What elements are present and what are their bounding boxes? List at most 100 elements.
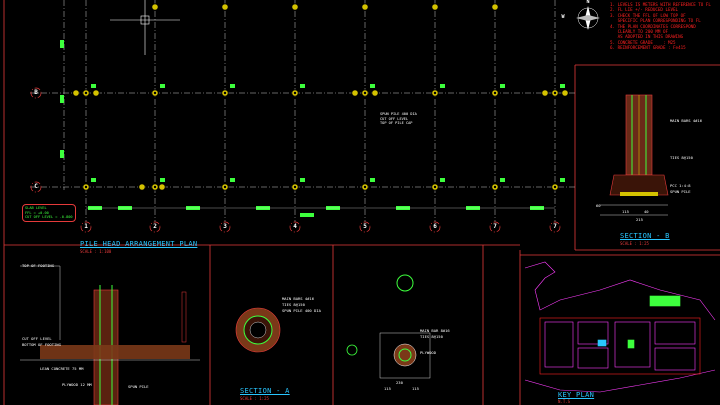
notes-block: 1. LEVELS IS METERS WITH REFERENCE TO FL… — [610, 2, 711, 51]
section-b-tag: SPUN PILE — [670, 189, 691, 194]
compass-west: W — [561, 14, 565, 20]
pile-cap — [551, 178, 565, 191]
section-a-tag: MAIN BARS 4#16 — [282, 296, 315, 301]
pile-cap — [82, 178, 96, 191]
grid-row-label: C — [34, 183, 38, 190]
pile-cap — [291, 3, 299, 11]
pile-cap — [72, 89, 80, 97]
grid-column-label: 7 — [553, 223, 557, 230]
section-b-tag: 60 — [596, 203, 601, 208]
pile-cap — [221, 3, 229, 11]
section-b-scale: SCALE : 1:25 — [620, 241, 649, 246]
detail-right-tag: 230 — [396, 380, 403, 385]
pile-cap — [151, 84, 165, 97]
pile-cap — [158, 183, 166, 191]
section-a-scale: SCALE : 1:25 — [240, 396, 269, 401]
section-b-title: SECTION - B — [620, 232, 670, 240]
pile-cap — [491, 3, 499, 11]
pile-cap — [361, 178, 375, 191]
pile-detail-tag: LEAN CONCRETE 75 MM — [40, 366, 84, 371]
pile-tag — [500, 178, 505, 182]
detail-right-tag: 115 — [384, 386, 391, 391]
pile-cap — [431, 178, 445, 191]
structural-grid — [30, 0, 575, 233]
pile-cap — [351, 89, 359, 97]
section-b-tag: 40 — [644, 209, 649, 214]
key-plan-drawing — [524, 261, 716, 393]
north-arrow-icon — [576, 6, 600, 30]
section-a-tag: TIES 8@150 — [282, 302, 305, 307]
detail-right-tag: 115 — [412, 386, 419, 391]
pile-detail-tag: SPUN PILE — [128, 384, 149, 389]
dimension-strip — [86, 206, 555, 217]
callout-left: SLAB LEVEL FFL = +0.00 CUT OFF LEVEL = -… — [22, 204, 76, 222]
pile-tag — [230, 84, 235, 88]
callout-mid: SPUN PILE 400 DIA CUT OFF LEVEL TOP OF P… — [380, 112, 417, 126]
section-b-tag: 215 — [636, 217, 643, 222]
pile-cap — [491, 178, 505, 191]
key-plan-scale: N.T.S — [558, 399, 571, 404]
plan-title: PILE HEAD ARRANGEMENT PLAN — [80, 240, 198, 248]
level-tag — [60, 95, 64, 103]
compass-north: N — [586, 0, 590, 5]
pile-tag — [160, 84, 165, 88]
grid-column-label: 3 — [223, 223, 227, 230]
pile-tag — [560, 84, 565, 88]
grid-column-label: 2 — [153, 223, 157, 230]
pile-tag — [440, 178, 445, 182]
pile-detail-tag: CUT OFF LEVEL — [22, 336, 52, 341]
pile-cap — [221, 178, 235, 191]
grid-column-label: 6 — [433, 223, 437, 230]
pile-cap — [431, 3, 439, 11]
pile-cap — [561, 89, 569, 97]
pile-cap — [291, 84, 305, 97]
key-plan-title: KEY PLAN — [558, 391, 595, 399]
section-b-tag: TIES 8@150 — [670, 155, 693, 160]
pile-tag — [500, 84, 505, 88]
section-b-tag: PCC 1:4:8 — [670, 183, 691, 188]
pile-tag — [230, 178, 235, 182]
pile-cap — [541, 89, 549, 97]
detail-right-tag: MAIN BAR 8#16 — [420, 328, 450, 333]
level-tag — [60, 40, 64, 48]
pile-tag — [370, 84, 375, 88]
level-tag — [60, 150, 64, 158]
section-b-tag: MAIN BARS 4#16 — [670, 118, 703, 123]
dimension-tag — [300, 213, 314, 217]
pile-cap — [138, 183, 146, 191]
pile-cap — [361, 3, 369, 11]
crosshair-cursor — [110, 0, 180, 55]
pile-cap — [371, 89, 379, 97]
pile-cap — [291, 178, 305, 191]
pile-detail-tag: BOTTOM OF FOOTING — [22, 342, 61, 347]
section-b-tag: 115 — [622, 209, 629, 214]
cad-drawing-canvas[interactable] — [0, 0, 720, 405]
section-b-drawing — [600, 94, 669, 216]
pile-cap — [151, 3, 159, 11]
section-a-drawing — [235, 307, 281, 353]
grid-column-label: 4 — [293, 223, 297, 230]
detail-right-tag: TIES 8@150 — [420, 334, 443, 339]
pile-cap — [221, 84, 235, 97]
grid-row-label: B — [34, 89, 38, 96]
pile-tag — [300, 84, 305, 88]
pile-cap — [92, 89, 100, 97]
pile-detail-tag: PLYWOOD 12 MM — [62, 382, 92, 387]
section-a-title: SECTION - A — [240, 387, 290, 395]
section-a-tag: SPUN PILE 400 DIA — [282, 308, 321, 313]
plan-scale: SCALE : 1:100 — [80, 249, 112, 254]
pile-tag — [91, 84, 96, 88]
detail-right-drawing — [346, 274, 431, 379]
pile-tag — [300, 178, 305, 182]
pile-cap — [491, 84, 505, 97]
grid-column-label: 5 — [363, 223, 367, 230]
pile-tag — [91, 178, 96, 182]
pile-tag — [370, 178, 375, 182]
grid-column-label: 1 — [84, 223, 88, 230]
pile-tag — [440, 84, 445, 88]
pile-caps — [60, 3, 569, 191]
pile-tag — [560, 178, 565, 182]
pile-detail-tag: TOP OF FOOTING — [22, 263, 55, 268]
grid-column-label: 7 — [493, 223, 497, 230]
detail-right-tag: PLYWOOD — [420, 350, 437, 355]
